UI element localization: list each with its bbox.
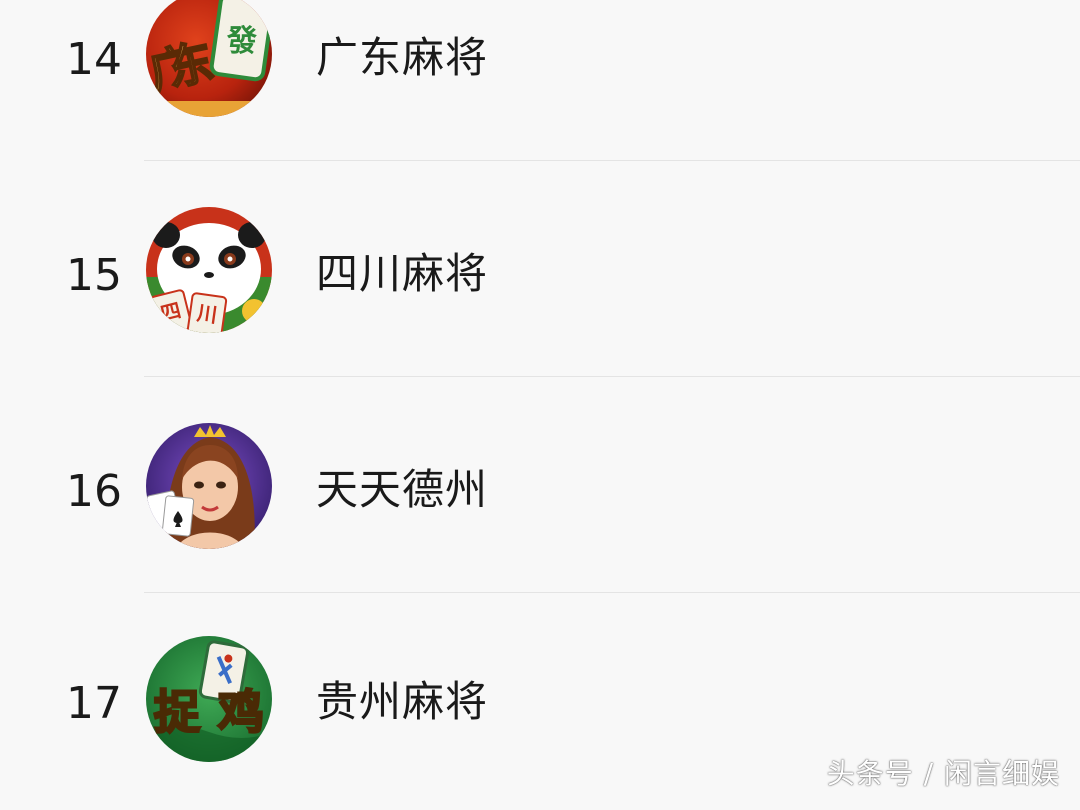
rank-number: 17 (66, 678, 122, 729)
row-divider (144, 592, 1080, 593)
list-item[interactable]: 14 發 广东 广东麻将 (0, 0, 1080, 162)
guangdong-mahjong-icon[interactable]: 發 广东 (146, 0, 272, 117)
texas-holdem-girl-icon[interactable] (146, 423, 272, 549)
rank-number: 16 (66, 466, 122, 517)
watermark: 头条号 / 闲言细娱 (826, 757, 1060, 790)
list-item[interactable]: 15 四 川 四川麻将 (0, 162, 1080, 378)
game-ranking-list: 14 發 广东 广东麻将 15 四 川 四川麻将 16 天天德州 17 捉鸡 贵… (0, 0, 1080, 804)
svg-text:發: 發 (226, 24, 257, 59)
svg-text:川: 川 (195, 301, 219, 328)
game-name[interactable]: 四川麻将 (316, 253, 488, 295)
game-name[interactable]: 贵州麻将 (316, 681, 488, 723)
row-divider (144, 376, 1080, 377)
game-name[interactable]: 广东麻将 (316, 37, 488, 79)
rank-number: 15 (66, 250, 122, 301)
sichuan-mahjong-panda-icon[interactable]: 四 川 (146, 207, 272, 333)
guizhou-mahjong-icon[interactable]: 捉鸡 (146, 636, 272, 762)
row-divider (144, 160, 1080, 161)
game-name[interactable]: 天天德州 (316, 469, 488, 511)
rank-number: 14 (66, 34, 122, 85)
list-item[interactable]: 16 天天德州 (0, 378, 1080, 594)
